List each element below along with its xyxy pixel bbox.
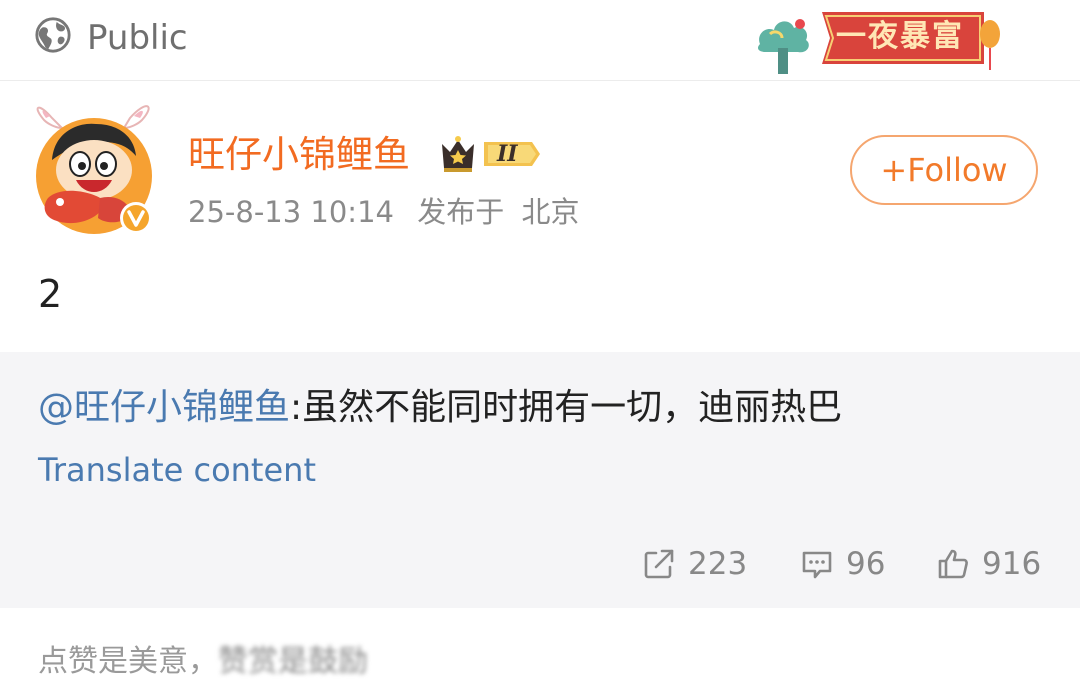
weibo-post-page: Public 一夜暴富 旺仔小锦鲤鱼 II 25-8-13 10:14 发布于 … (0, 0, 1080, 681)
author-name[interactable]: 旺仔小锦鲤鱼 (188, 132, 410, 178)
translate-content-link[interactable]: Translate content (38, 448, 316, 492)
post-meta: 25-8-13 10:14 发布于 北京 (188, 192, 579, 232)
visibility-label[interactable]: Public (87, 16, 188, 60)
comment-button[interactable]: 96 (800, 542, 885, 586)
avatar[interactable] (30, 98, 160, 240)
post-timestamp: 25-8-13 10:14 (188, 195, 394, 229)
repost-button[interactable]: 223 (642, 542, 747, 586)
thumbs-up-icon (938, 549, 968, 579)
reward-hint-blurred: 赞赏是鼓励 (218, 644, 368, 679)
follow-label: +Follow (880, 151, 1008, 189)
globe-icon (35, 17, 71, 53)
repost-count: 223 (688, 546, 748, 582)
share-icon (644, 549, 674, 579)
author-mention-link[interactable]: @旺仔小锦鲤鱼 (38, 387, 290, 428)
location-prefix: 发布于 (417, 195, 505, 229)
crown-level-badge-icon[interactable] (440, 134, 540, 174)
follow-button[interactable]: +Follow (850, 135, 1038, 205)
promo-text: 一夜暴富 (836, 19, 964, 54)
post-location: 北京 (521, 195, 580, 229)
repost-text: :虽然不能同时拥有一切，迪丽热巴 (290, 387, 843, 428)
reward-hint-visible: 点赞是美意， (38, 644, 218, 679)
like-button[interactable]: 916 (936, 542, 1041, 586)
like-count: 916 (982, 546, 1042, 582)
level-badge-text: II (497, 141, 518, 167)
comment-count: 96 (846, 546, 886, 582)
reward-hint-text: 点赞是美意，赞赏是鼓励 (38, 640, 368, 681)
repost-content: @旺仔小锦鲤鱼:虽然不能同时拥有一切，迪丽热巴 (38, 384, 842, 432)
post-text: 2 (38, 272, 63, 316)
top-bar: Public 一夜暴富 (0, 0, 1080, 81)
comment-icon (802, 551, 832, 579)
